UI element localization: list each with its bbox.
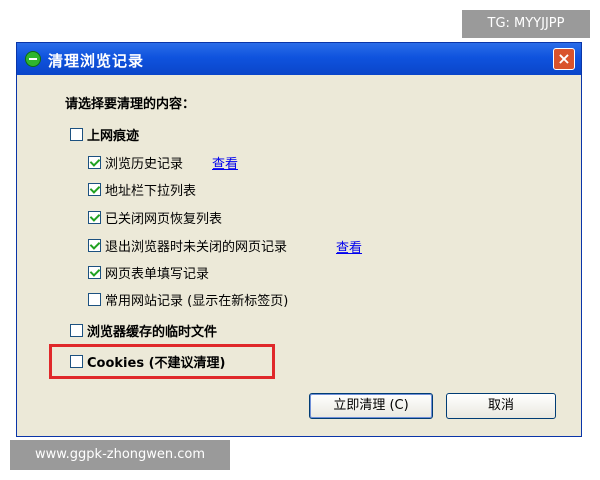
checkbox-browsing-traces-label: 上网痕迹 <box>87 128 140 144</box>
checkbox-cookies-box[interactable] <box>70 354 83 368</box>
clean-now-button[interactable]: 立即清理 (C) <box>309 393 433 419</box>
checkbox-cookies-label: Cookies (不建议清理) <box>87 355 226 371</box>
checkbox-browsing-traces-box[interactable] <box>70 127 83 141</box>
checkbox-address-bar-dropdown[interactable]: 地址栏下拉列表 <box>88 180 197 199</box>
clear-history-dialog: 清理浏览记录 × 请选择要清理的内容： 上网痕迹 浏览历史记录 查看 地址栏下拉… <box>16 42 582 437</box>
checkbox-form-autofill[interactable]: 网页表单填写记录 <box>88 263 210 282</box>
view-history-link[interactable]: 查看 <box>212 153 238 172</box>
checkbox-closed-pages-restore-box[interactable] <box>88 210 101 224</box>
checkbox-frequent-sites[interactable]: 常用网站记录 (显示在新标签页) <box>88 290 289 309</box>
checkbox-browsing-traces[interactable]: 上网痕迹 <box>70 125 140 144</box>
checkbox-frequent-sites-box[interactable] <box>88 292 101 306</box>
checkbox-browsing-history[interactable]: 浏览历史记录 <box>88 153 184 172</box>
checkbox-address-bar-dropdown-label: 地址栏下拉列表 <box>105 183 197 199</box>
checkbox-address-bar-dropdown-box[interactable] <box>88 182 101 196</box>
watermark-top: TG: MYYJJPP <box>462 10 590 38</box>
checkbox-closed-pages-restore[interactable]: 已关闭网页恢复列表 <box>88 208 223 227</box>
checkbox-unclosed-pages-on-exit[interactable]: 退出浏览器时未关闭的网页记录 <box>88 236 288 255</box>
checkbox-form-autofill-box[interactable] <box>88 265 101 279</box>
close-button[interactable]: × <box>553 48 575 70</box>
checkbox-temp-cache-files-label: 浏览器缓存的临时文件 <box>87 324 218 340</box>
checkbox-browsing-history-label: 浏览历史记录 <box>105 156 184 172</box>
checkbox-temp-cache-files-box[interactable] <box>70 323 83 337</box>
checkbox-form-autofill-label: 网页表单填写记录 <box>105 266 210 282</box>
checkbox-closed-pages-restore-label: 已关闭网页恢复列表 <box>105 211 223 227</box>
close-icon: × <box>557 49 571 68</box>
title-bar[interactable]: 清理浏览记录 × <box>17 43 581 75</box>
instructions-heading: 请选择要清理的内容： <box>65 97 196 112</box>
checkbox-frequent-sites-label: 常用网站记录 (显示在新标签页) <box>105 293 289 309</box>
dialog-title: 清理浏览记录 <box>48 52 145 70</box>
checkbox-temp-cache-files[interactable]: 浏览器缓存的临时文件 <box>70 321 218 340</box>
browser-logo-icon <box>25 51 41 67</box>
checkbox-browsing-history-box[interactable] <box>88 155 101 169</box>
checkbox-unclosed-pages-on-exit-box[interactable] <box>88 238 101 252</box>
cancel-button[interactable]: 取消 <box>446 393 556 419</box>
checkbox-unclosed-pages-on-exit-label: 退出浏览器时未关闭的网页记录 <box>105 239 288 255</box>
view-unclosed-pages-link[interactable]: 查看 <box>336 237 362 256</box>
checkbox-cookies[interactable]: Cookies (不建议清理) <box>70 352 226 371</box>
watermark-bottom: www.ggpk-zhongwen.com <box>10 440 230 470</box>
